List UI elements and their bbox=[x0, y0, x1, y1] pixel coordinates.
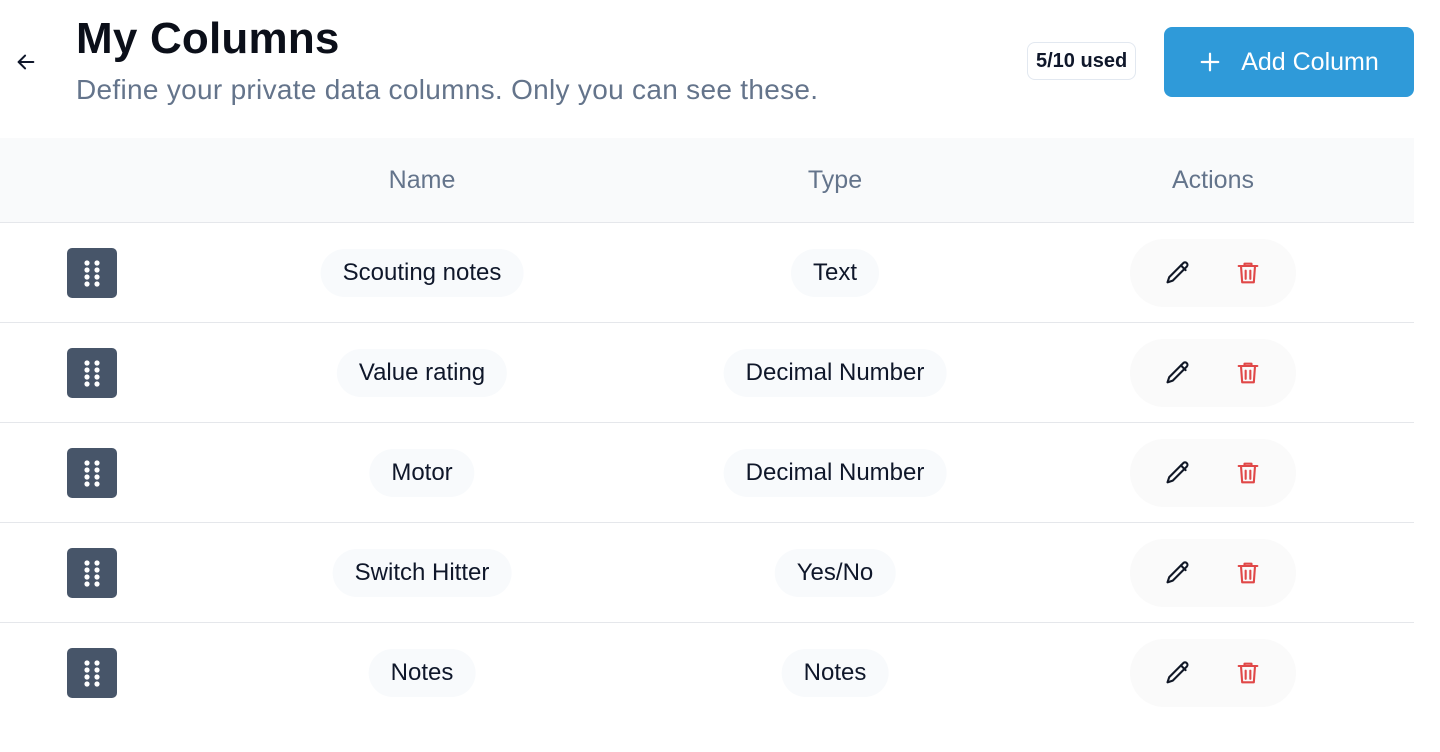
drag-handle[interactable] bbox=[67, 248, 117, 298]
trash-icon bbox=[1237, 262, 1259, 284]
grip-dots-icon bbox=[84, 660, 100, 687]
delete-button[interactable] bbox=[1232, 557, 1264, 589]
page-title: My Columns bbox=[76, 14, 340, 63]
page-subtitle: Define your private data columns. Only y… bbox=[76, 74, 819, 105]
row-actions bbox=[1130, 439, 1296, 507]
drag-handle[interactable] bbox=[67, 348, 117, 398]
column-name: Scouting notes bbox=[320, 249, 524, 297]
edit-button[interactable] bbox=[1162, 457, 1194, 489]
grip-dots-icon bbox=[84, 360, 100, 387]
grip-dots-icon bbox=[84, 260, 100, 287]
edit-button[interactable] bbox=[1162, 657, 1194, 689]
column-type: Decimal Number bbox=[723, 349, 947, 397]
table-row: Switch Hitter Yes/No bbox=[0, 523, 1414, 623]
pencil-icon bbox=[1166, 461, 1189, 484]
drag-handle[interactable] bbox=[67, 548, 117, 598]
table-row: Value rating Decimal Number bbox=[0, 323, 1414, 423]
column-type: Yes/No bbox=[774, 549, 896, 597]
pencil-icon bbox=[1166, 661, 1189, 684]
pencil-icon bbox=[1166, 261, 1189, 284]
table-row: Motor Decimal Number bbox=[0, 423, 1414, 523]
grip-dots-icon bbox=[84, 560, 100, 587]
trash-icon bbox=[1237, 562, 1259, 584]
row-actions bbox=[1130, 239, 1296, 307]
delete-button[interactable] bbox=[1232, 357, 1264, 389]
column-type: Decimal Number bbox=[723, 449, 947, 497]
trash-icon bbox=[1237, 362, 1259, 384]
grip-dots-icon bbox=[84, 460, 100, 487]
drag-handle[interactable] bbox=[67, 648, 117, 698]
trash-icon bbox=[1237, 662, 1259, 684]
arrow-left-icon bbox=[17, 54, 35, 70]
trash-icon bbox=[1237, 462, 1259, 484]
pencil-icon bbox=[1166, 361, 1189, 384]
usage-badge: 5/10 used bbox=[1027, 42, 1137, 80]
table-row: Scouting notes Text bbox=[0, 223, 1414, 323]
row-actions bbox=[1130, 339, 1296, 407]
plus-icon bbox=[1200, 52, 1220, 72]
column-type: Notes bbox=[781, 649, 889, 697]
row-actions bbox=[1130, 539, 1296, 607]
column-name: Switch Hitter bbox=[332, 549, 512, 597]
column-name: Motor bbox=[369, 449, 475, 497]
column-header-name: Name bbox=[388, 166, 456, 194]
edit-button[interactable] bbox=[1162, 357, 1194, 389]
add-column-button[interactable]: Add Column bbox=[1164, 27, 1414, 97]
column-type: Text bbox=[790, 249, 880, 297]
table-body: Scouting notes Text Value rating Decimal… bbox=[0, 223, 1414, 723]
column-header-type: Type bbox=[807, 166, 863, 194]
column-header-actions: Actions bbox=[1172, 166, 1254, 194]
add-column-label: Add Column bbox=[1241, 47, 1379, 76]
delete-button[interactable] bbox=[1232, 257, 1264, 289]
row-actions bbox=[1130, 639, 1296, 707]
drag-handle[interactable] bbox=[67, 448, 117, 498]
delete-button[interactable] bbox=[1232, 657, 1264, 689]
table-header: Name Type Actions bbox=[0, 138, 1414, 223]
column-name: Value rating bbox=[336, 349, 508, 397]
column-name: Notes bbox=[368, 649, 476, 697]
back-button[interactable] bbox=[10, 46, 42, 78]
pencil-icon bbox=[1166, 561, 1189, 584]
columns-table: Name Type Actions Scouting notes Text Va… bbox=[0, 138, 1414, 723]
table-row: Notes Notes bbox=[0, 623, 1414, 723]
delete-button[interactable] bbox=[1232, 457, 1264, 489]
edit-button[interactable] bbox=[1162, 557, 1194, 589]
edit-button[interactable] bbox=[1162, 257, 1194, 289]
